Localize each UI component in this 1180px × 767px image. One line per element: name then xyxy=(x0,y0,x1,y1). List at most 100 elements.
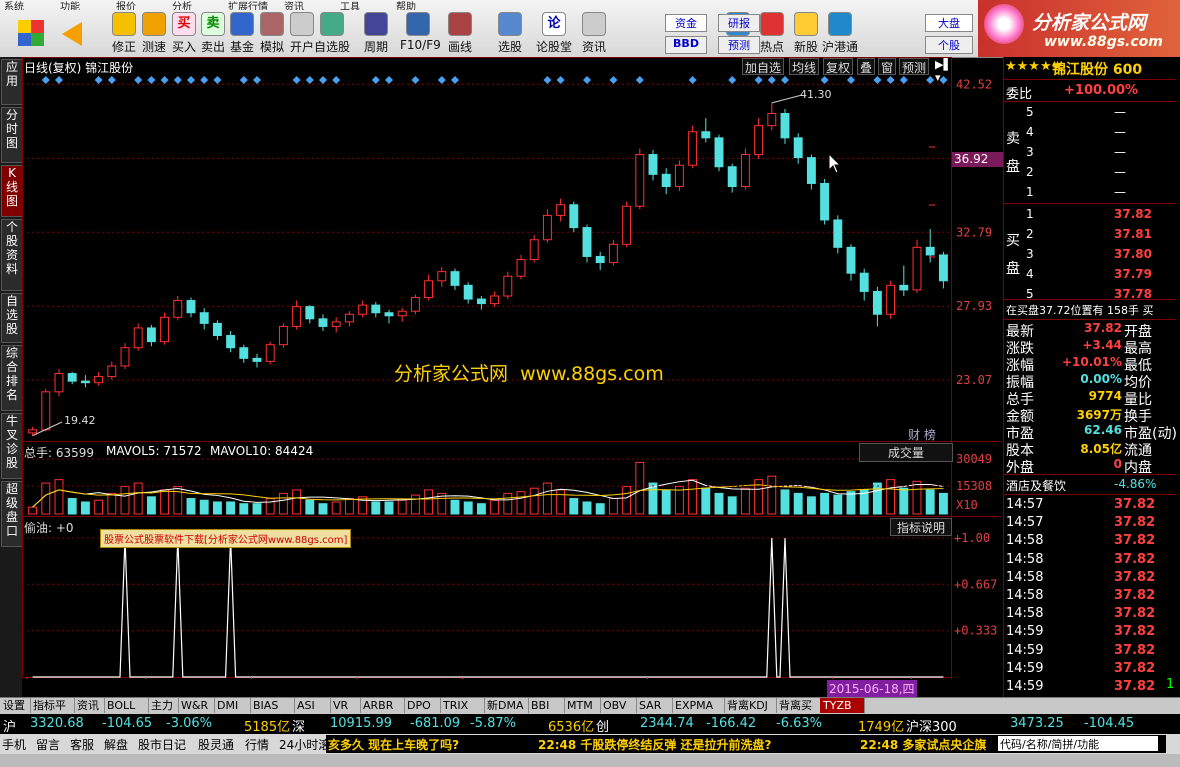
order-note: 在买盘37.72位置有 158手 买 xyxy=(1006,304,1154,317)
market-select[interactable]: 大盘 xyxy=(925,14,973,32)
signal-diamond xyxy=(899,76,908,84)
back-arrow-icon[interactable] xyxy=(62,22,82,46)
single-stock-button[interactable]: 个股 xyxy=(925,36,973,54)
search-input[interactable]: 代码/名称/简拼/功能 xyxy=(998,736,1158,751)
left-tab-5[interactable]: 综合排名 xyxy=(1,345,23,411)
left-tab-6[interactable]: 牛叉诊股 xyxy=(1,413,23,479)
menu-item[interactable]: 分析 xyxy=(172,0,192,10)
toolbar-button-9[interactable]: F10/F9 xyxy=(400,12,441,55)
indicator-tab-9[interactable]: VR xyxy=(330,698,361,713)
left-tab-3[interactable]: 个股资料 xyxy=(1,219,23,291)
status-item-3[interactable]: 解盘 xyxy=(104,736,128,753)
signal-diamond xyxy=(437,76,446,84)
candle-body xyxy=(569,204,579,229)
indicator-tab-13[interactable]: 新DMA xyxy=(484,698,529,713)
status-item-0[interactable]: 手机 xyxy=(2,736,26,753)
tick-price: 37.82 xyxy=(1114,588,1156,603)
left-tab-0[interactable]: 应用 xyxy=(1,59,23,105)
volume-bar xyxy=(318,503,328,515)
toolbar-button-17[interactable]: 沪港通 xyxy=(822,12,858,55)
indicator-tab-6[interactable]: DMI xyxy=(214,698,251,713)
indicator-tab-18[interactable]: EXPMA xyxy=(672,698,725,713)
indicator-tab-14[interactable]: BBI xyxy=(528,698,565,713)
indicator-tab-2[interactable]: 资讯 xyxy=(74,698,105,713)
menu-item[interactable]: 工具 xyxy=(340,0,360,10)
sz-change: -681.09 xyxy=(410,716,461,731)
toolbar-button-7[interactable]: 自选股 xyxy=(314,12,350,55)
status-item-2[interactable]: 客服 xyxy=(70,736,94,753)
indicator-tab-21[interactable]: TYZB xyxy=(820,698,865,713)
indicator-tab-20[interactable]: 背离买入 xyxy=(776,698,821,727)
menu-item[interactable]: 报价 xyxy=(116,0,136,10)
tick-time: 14:58 xyxy=(1006,533,1044,549)
volume-bar xyxy=(67,498,77,515)
signal-diamond xyxy=(688,76,697,84)
status-item-4[interactable]: 股市日记 xyxy=(138,736,186,753)
fund-select[interactable]: 资金 xyxy=(665,14,707,32)
lock-icon xyxy=(290,12,314,36)
volume-bar xyxy=(780,489,790,515)
indicator-tab-bar: 设置指标平台资讯BOLL主力W&RDMIBIASASIVRARBRDPOTRIX… xyxy=(0,697,1180,727)
volume-bar xyxy=(529,487,539,515)
candle-body xyxy=(199,312,209,324)
volume-bar xyxy=(371,501,381,515)
tick-price: 37.82 xyxy=(1114,642,1156,658)
signal-diamond xyxy=(187,76,195,84)
indicator-tab-19[interactable]: 背离KDJ xyxy=(724,698,777,713)
signal-diamond xyxy=(55,76,63,84)
status-item-5[interactable]: 股灵通 xyxy=(198,736,234,753)
indicator-tab-4[interactable]: 主力 xyxy=(148,698,179,713)
volume-bar xyxy=(292,489,302,515)
indicator-tab-11[interactable]: DPO xyxy=(404,698,441,713)
toolbar-button-10[interactable]: 画线 xyxy=(442,12,478,55)
news-2[interactable]: 22:48 千股跌停终结反弹 还是拉升前洗盘? xyxy=(538,736,772,753)
indicator-note[interactable]: 股票公式股票软件下载[分析家公式网www.88gs.com] xyxy=(100,529,352,548)
indicator-tab-12[interactable]: TRIX xyxy=(440,698,485,713)
layout-icon[interactable] xyxy=(18,20,44,46)
cy-change: -166.42 xyxy=(706,716,757,731)
toolbar-button-label: 修正 xyxy=(111,40,136,54)
indicator-tab-8[interactable]: ASI xyxy=(294,698,331,713)
left-tab-7[interactable]: 超级盘口 xyxy=(1,481,23,547)
indicator-tab-17[interactable]: SAR xyxy=(636,698,673,713)
indicator-tab-7[interactable]: BIAS xyxy=(250,698,295,713)
toolbar-button-12[interactable]: 论论股堂 xyxy=(536,12,572,55)
signal-diamond xyxy=(609,76,618,84)
toolbar-button-16[interactable]: 新股 xyxy=(788,12,824,55)
signal-diamond xyxy=(847,76,855,84)
bbd-button[interactable]: BBD xyxy=(665,36,707,54)
indicator-tab-0[interactable]: 设置 xyxy=(0,698,31,713)
menu-item[interactable]: 扩展行情 xyxy=(228,0,268,10)
toolbar-button-label: 画线 xyxy=(447,40,472,54)
left-tab-4[interactable]: 自选股 xyxy=(1,293,23,343)
volume-select[interactable]: 成交量 xyxy=(859,443,953,462)
left-tab-1[interactable]: 分时图 xyxy=(1,107,23,163)
menu-item[interactable]: 功能 xyxy=(60,0,80,10)
indicator-tab-15[interactable]: MTM xyxy=(564,698,601,713)
menu-item[interactable]: 资讯 xyxy=(284,0,304,10)
status-item-1[interactable]: 留言 xyxy=(36,736,60,753)
left-tab-2[interactable]: K线图 xyxy=(1,165,23,217)
research-button[interactable]: 研报 xyxy=(718,14,760,32)
menu-item[interactable]: 帮助 xyxy=(396,0,416,10)
tick-price: 37.82 xyxy=(1114,679,1156,694)
news-3[interactable]: 22:48 多家试点央企旗 xyxy=(860,736,986,753)
annot-high-line xyxy=(771,94,803,104)
indicator-explain-button[interactable]: 指标说明 xyxy=(890,518,952,536)
indicator-tab-1[interactable]: 指标平台 xyxy=(30,698,75,727)
indicator-tab-16[interactable]: OBV xyxy=(600,698,637,713)
toolbar-button-8[interactable]: 周期 xyxy=(358,12,394,55)
news-1[interactable]: 亥多久 现在上车晚了吗? xyxy=(328,736,459,753)
candle-body xyxy=(793,137,803,159)
indicator-tab-5[interactable]: W&R xyxy=(178,698,215,713)
signal-diamond xyxy=(160,76,169,84)
indicator-tab-3[interactable]: BOLL xyxy=(104,698,149,713)
menu-item[interactable]: 系统 xyxy=(4,0,24,10)
status-item-6[interactable]: 行情 xyxy=(245,736,269,753)
indicator-tab-10[interactable]: ARBR xyxy=(360,698,405,713)
signal-diamond xyxy=(134,76,143,84)
forecast-button[interactable]: 预测 xyxy=(718,36,760,54)
toolbar-button-13[interactable]: 资讯 xyxy=(576,12,612,55)
toolbar-button-11[interactable]: 选股 xyxy=(492,12,528,55)
indicator-axis-label: +0.333 xyxy=(954,624,997,638)
